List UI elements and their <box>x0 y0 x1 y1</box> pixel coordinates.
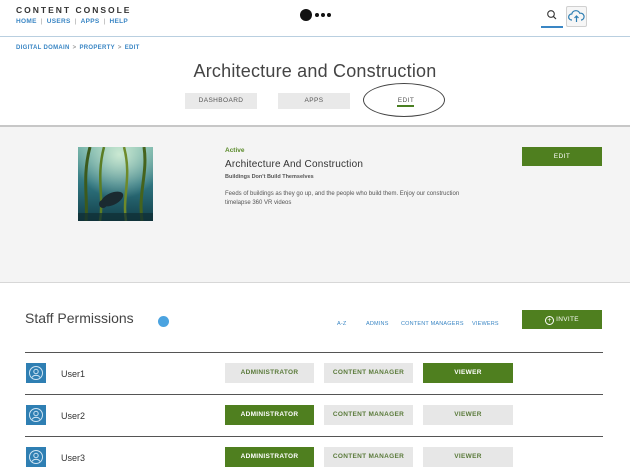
user-name: User2 <box>61 411 86 421</box>
role-content-manager-button[interactable]: CONTENT MANAGER <box>324 405 413 425</box>
role-administrator-button[interactable]: ADMINISTRATOR <box>225 405 314 425</box>
user-row: User3 ADMINISTRATOR CONTENT MANAGER VIEW… <box>25 436 603 468</box>
app-thumbnail <box>78 147 153 221</box>
nav-home[interactable]: HOME <box>16 18 37 25</box>
role-viewer-button[interactable]: VIEWER <box>423 405 513 425</box>
role-administrator-button[interactable]: ADMINISTRATOR <box>225 363 314 383</box>
breadcrumb: DIGITAL DOMAIN > PROPERTY > EDIT <box>16 45 140 51</box>
user-row: User1 ADMINISTRATOR CONTENT MANAGER VIEW… <box>25 352 603 394</box>
app-name: Architecture And Construction <box>225 159 364 170</box>
filter-content-managers[interactable]: CONTENT MANAGERS <box>401 321 464 327</box>
brand-title: CONTENT CONSOLE <box>16 5 132 15</box>
filter-viewers[interactable]: VIEWERS <box>472 321 499 327</box>
section-title: Staff Permissions <box>25 310 134 326</box>
user-name: User1 <box>61 369 86 379</box>
search-icon <box>547 10 557 20</box>
role-viewer-button[interactable]: VIEWER <box>423 363 513 383</box>
app-status: Active <box>225 147 245 154</box>
search-button[interactable] <box>541 6 563 28</box>
role-administrator-button[interactable]: ADMINISTRATOR <box>225 447 314 467</box>
app-detail-panel: Active Architecture And Construction Bui… <box>0 125 630 283</box>
edit-app-button[interactable]: EDIT <box>522 147 602 166</box>
app-tagline: Buildings Don't Build Themselves <box>225 174 314 180</box>
breadcrumb-edit[interactable]: EDIT <box>125 45 140 51</box>
nav-users[interactable]: USERS <box>47 18 71 25</box>
tab-dashboard[interactable]: DASHBOARD <box>185 93 257 109</box>
highlight-ellipse <box>363 83 445 117</box>
breadcrumb-digital-domain[interactable]: DIGITAL DOMAIN <box>16 45 70 51</box>
invite-label: INVITE <box>556 316 579 323</box>
breadcrumb-property[interactable]: PROPERTY <box>79 45 114 51</box>
filter-a-z[interactable]: A-Z <box>337 321 346 327</box>
nav-apps[interactable]: APPS <box>81 18 100 25</box>
page-title: Architecture and Construction <box>193 61 437 81</box>
cloud-upload-icon <box>568 10 585 22</box>
user-name: User3 <box>61 453 86 463</box>
role-content-manager-button[interactable]: CONTENT MANAGER <box>324 363 413 383</box>
role-viewer-button[interactable]: VIEWER <box>423 447 513 467</box>
invite-button[interactable]: + INVITE <box>522 310 602 329</box>
info-icon[interactable] <box>158 316 169 327</box>
nav-help[interactable]: HELP <box>110 18 129 25</box>
upload-button[interactable] <box>566 6 587 27</box>
user-row: User2 ADMINISTRATOR CONTENT MANAGER VIEW… <box>25 394 603 436</box>
top-nav: HOME | USERS | APPS | HELP <box>16 18 129 25</box>
app-header: CONTENT CONSOLE HOME | USERS | APPS | HELP <box>0 0 630 37</box>
user-icon <box>26 363 46 383</box>
user-icon <box>26 447 46 467</box>
user-icon <box>26 405 46 425</box>
role-content-manager-button[interactable]: CONTENT MANAGER <box>324 447 413 467</box>
filter-admins[interactable]: ADMINS <box>366 321 389 327</box>
tab-apps[interactable]: APPS <box>278 93 350 109</box>
app-description: Feeds of buildings as they go up, and th… <box>225 191 460 206</box>
plus-circle-icon: + <box>545 316 555 325</box>
